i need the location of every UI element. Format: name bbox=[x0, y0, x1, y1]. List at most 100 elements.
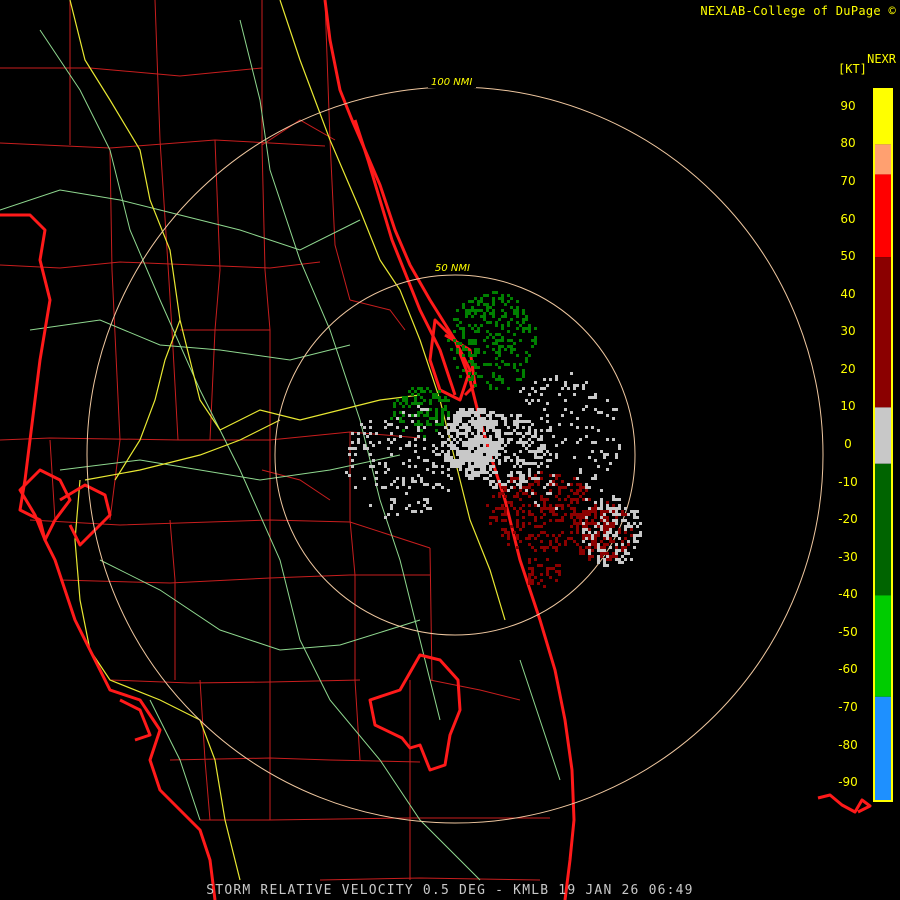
echo-pixel bbox=[468, 420, 471, 423]
echo-pixel bbox=[537, 447, 540, 450]
echo-pixel bbox=[576, 417, 579, 420]
echo-pixel bbox=[528, 426, 531, 429]
echo-pixel bbox=[450, 456, 453, 459]
echo-pixel bbox=[531, 489, 534, 492]
echo-pixel bbox=[420, 387, 423, 390]
legend-tick-label: -20 bbox=[838, 512, 858, 527]
echo-pixel bbox=[474, 384, 477, 387]
echo-pixel bbox=[576, 513, 579, 516]
echo-pixel bbox=[540, 456, 543, 459]
echo-pixel bbox=[504, 420, 507, 423]
echo-pixel bbox=[393, 411, 396, 414]
echo-pixel bbox=[603, 537, 606, 540]
echo-pixel bbox=[639, 534, 642, 537]
echo-pixel bbox=[582, 534, 585, 537]
echo-pixel bbox=[525, 318, 528, 321]
echo-pixel bbox=[540, 471, 543, 474]
echo-pixel bbox=[585, 522, 588, 525]
echo-pixel bbox=[471, 453, 474, 456]
echo-pixel bbox=[540, 546, 543, 549]
echo-pixel bbox=[492, 312, 495, 315]
echo-pixel bbox=[501, 447, 504, 450]
echo-pixel bbox=[489, 411, 492, 414]
echo-pixel bbox=[402, 462, 405, 465]
echo-pixel bbox=[519, 507, 522, 510]
echo-pixel bbox=[579, 468, 582, 471]
echo-pixel bbox=[540, 462, 543, 465]
echo-pixel bbox=[453, 426, 456, 429]
echo-pixel bbox=[426, 501, 429, 504]
echo-pixel bbox=[486, 453, 489, 456]
echo-pixel bbox=[432, 450, 435, 453]
echo-pixel bbox=[483, 468, 486, 471]
echo-pixel bbox=[516, 441, 519, 444]
echo-pixel bbox=[621, 549, 624, 552]
echo-pixel bbox=[480, 417, 483, 420]
echo-pixel bbox=[357, 432, 360, 435]
echo-pixel bbox=[450, 426, 453, 429]
echo-pixel bbox=[489, 435, 492, 438]
echo-pixel bbox=[474, 348, 477, 351]
legend-tick-label: -70 bbox=[838, 700, 858, 715]
echo-pixel bbox=[477, 444, 480, 447]
echo-pixel bbox=[531, 435, 534, 438]
echo-pixel bbox=[585, 534, 588, 537]
echo-pixel bbox=[504, 495, 507, 498]
echo-pixel bbox=[552, 513, 555, 516]
echo-pixel bbox=[501, 300, 504, 303]
echo-pixel bbox=[495, 456, 498, 459]
echo-pixel bbox=[498, 429, 501, 432]
echo-pixel bbox=[480, 468, 483, 471]
echo-pixel bbox=[522, 312, 525, 315]
echo-pixel bbox=[603, 543, 606, 546]
echo-pixel bbox=[498, 354, 501, 357]
echo-pixel bbox=[402, 420, 405, 423]
echo-pixel bbox=[579, 516, 582, 519]
echo-pixel bbox=[528, 420, 531, 423]
echo-pixel bbox=[468, 408, 471, 411]
echo-pixel bbox=[426, 507, 429, 510]
radar-map[interactable]: 100 NMI 50 NMI bbox=[0, 0, 900, 900]
echo-pixel bbox=[465, 426, 468, 429]
echo-pixel bbox=[495, 447, 498, 450]
echo-pixel bbox=[534, 537, 537, 540]
echo-pixel bbox=[540, 573, 543, 576]
echo-pixel bbox=[495, 357, 498, 360]
echo-pixel bbox=[465, 411, 468, 414]
echo-pixel bbox=[417, 402, 420, 405]
echo-pixel bbox=[528, 561, 531, 564]
echo-pixel bbox=[510, 486, 513, 489]
echo-pixel bbox=[519, 339, 522, 342]
echo-pixel bbox=[576, 501, 579, 504]
echo-pixel bbox=[432, 393, 435, 396]
echo-pixel bbox=[489, 450, 492, 453]
echo-pixel bbox=[489, 387, 492, 390]
echo-pixel bbox=[489, 414, 492, 417]
echo-pixel bbox=[426, 414, 429, 417]
range-ring-label-100: 100 NMI bbox=[431, 77, 472, 88]
echo-pixel bbox=[594, 459, 597, 462]
echo-pixel bbox=[369, 420, 372, 423]
echo-pixel bbox=[624, 525, 627, 528]
echo-pixel bbox=[519, 480, 522, 483]
echo-pixel bbox=[534, 525, 537, 528]
echo-pixel bbox=[603, 546, 606, 549]
echo-pixel bbox=[468, 429, 471, 432]
echo-pixel bbox=[468, 474, 471, 477]
echo-pixel bbox=[624, 531, 627, 534]
echo-pixel bbox=[534, 336, 537, 339]
echo-pixel bbox=[510, 318, 513, 321]
echo-pixel bbox=[477, 435, 480, 438]
echo-pixel bbox=[477, 441, 480, 444]
echo-pixel bbox=[528, 402, 531, 405]
echo-pixel bbox=[393, 501, 396, 504]
echo-pixel bbox=[447, 468, 450, 471]
echo-pixel bbox=[429, 423, 432, 426]
echo-pixel bbox=[624, 507, 627, 510]
echo-pixel bbox=[519, 498, 522, 501]
echo-pixel bbox=[495, 516, 498, 519]
echo-pixel bbox=[540, 447, 543, 450]
echo-pixel bbox=[570, 501, 573, 504]
echo-pixel bbox=[540, 507, 543, 510]
echo-pixel bbox=[477, 447, 480, 450]
